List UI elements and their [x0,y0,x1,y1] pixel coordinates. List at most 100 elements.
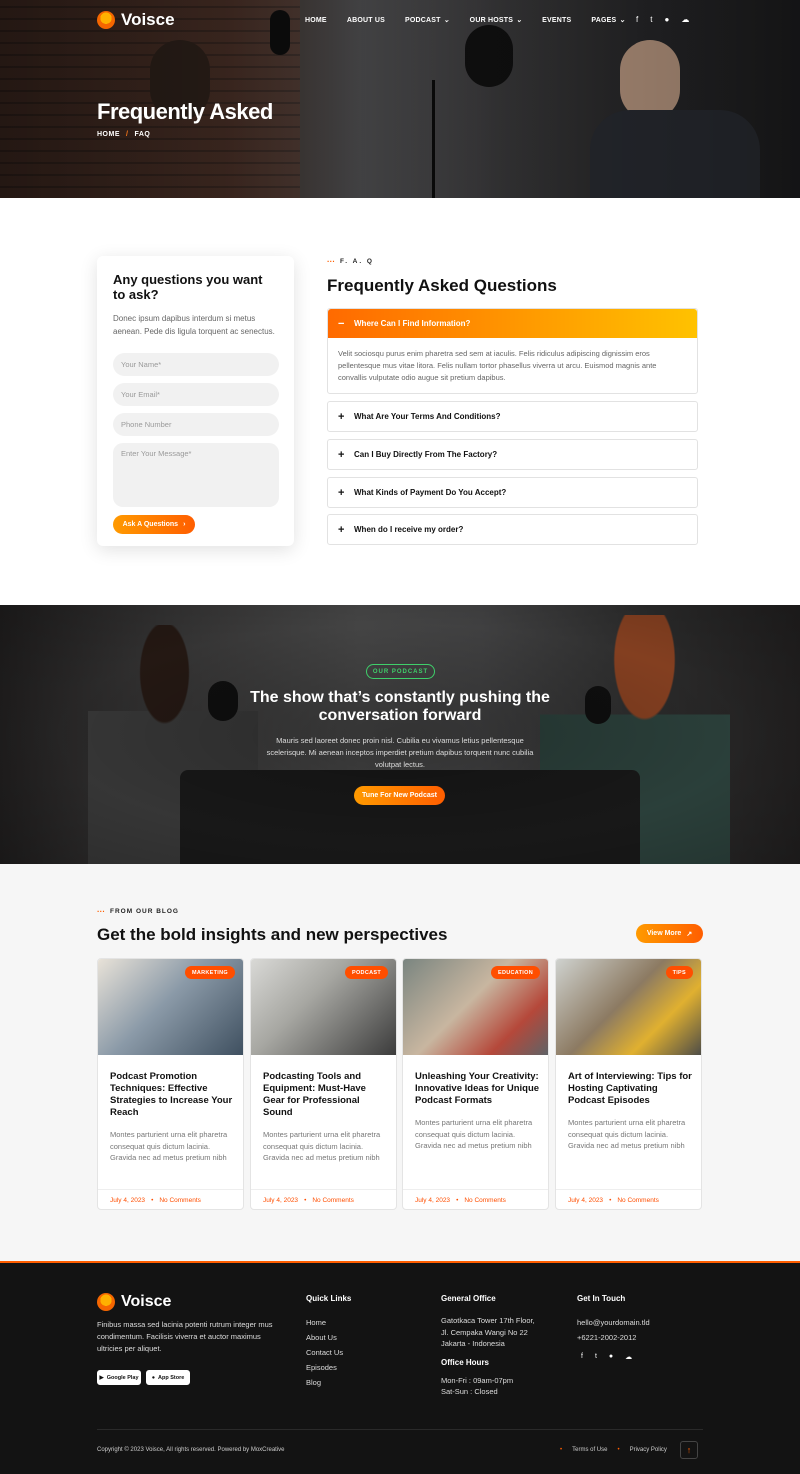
blog-post-card[interactable]: TIPS Art of Interviewing: Tips for Hosti… [555,958,702,1210]
form-description: Donec ipsum dapibus interdum si metus ae… [113,314,275,336]
post-date[interactable]: July 4, 2023 [110,1197,145,1204]
email-field[interactable]: Your Email* [113,383,279,406]
faq-question: What Kinds of Payment Do You Accept? [354,488,507,497]
faq-question-toggle[interactable]: + When do I receive my order? [328,515,697,544]
twitter-icon[interactable]: t [595,1353,597,1361]
app-store-label: App Store [158,1374,185,1381]
post-title[interactable]: Podcasting Tools and Equipment: Must-Hav… [263,1071,389,1119]
post-category-badge[interactable]: PODCAST [345,966,388,979]
phone-field[interactable]: Phone Number [113,413,279,436]
post-comments[interactable]: No Comments [617,1197,659,1204]
blog-post-card[interactable]: EDUCATION Unleashing Your Creativity: In… [402,958,549,1210]
app-store-badge[interactable]: ● App Store [146,1370,190,1385]
facebook-icon[interactable]: f [581,1353,583,1361]
arrow-up-icon: ↑ [686,1445,692,1455]
post-meta: July 4, 2023 • No Comments [556,1189,701,1209]
podcast-title: The show that’s constantly pushing the c… [250,689,550,724]
footer-link-episodes[interactable]: Episodes [306,1360,351,1375]
post-title[interactable]: Unleashing Your Creativity: Innovative I… [415,1071,541,1107]
contact-title: Get In Touch [577,1294,626,1303]
breadcrumb-separator: / [126,131,129,138]
nav-item-home[interactable]: HOME [305,16,327,24]
nav-item-podcast[interactable]: PODCAST ⌄ [405,16,450,25]
office-hours-line: Mon-Fri : 09am-07pm [441,1375,514,1385]
footer-link-about[interactable]: About Us [306,1330,351,1345]
name-field[interactable]: Your Name* [113,353,279,376]
footer-link-contact[interactable]: Contact Us [306,1345,351,1360]
page-title: Frequently Asked [97,99,273,124]
faq-question-toggle[interactable]: + What Kinds of Payment Do You Accept? [328,478,697,507]
faq-item: + When do I receive my order? [327,514,698,545]
post-title[interactable]: Podcast Promotion Techniques: Effective … [110,1071,236,1119]
breadcrumb-home[interactable]: HOME [97,131,120,138]
nav-item-events[interactable]: EVENTS [542,16,571,24]
view-more-label: View More [646,930,682,937]
office-address-line: Jakarta - Indonesia [441,1339,505,1348]
dribbble-icon[interactable]: ● [664,15,669,24]
contact-phone[interactable]: +6221-2002-2012 [577,1330,650,1345]
nav-item-pages[interactable]: PAGES ⌄ [591,16,625,25]
bullet-icon: • [617,1447,620,1453]
post-category-badge[interactable]: EDUCATION [491,966,540,979]
footer-link-home[interactable]: Home [306,1315,351,1330]
our-podcast-badge: OUR PODCAST [366,664,435,679]
faq-question: When do I receive my order? [354,525,464,534]
faq-item: − Where Can I Find Information? Velit so… [327,308,698,394]
post-comments[interactable]: No Comments [464,1197,506,1204]
nav-item-about[interactable]: ABOUT US [347,16,385,24]
office-address-line: Jl. Cempaka Wangi No 22 [441,1327,528,1337]
ask-question-label: Ask A Questions [122,521,179,528]
plus-icon: + [338,523,345,536]
footer-logo[interactable]: Voisce [97,1293,171,1311]
faq-item: + Can I Buy Directly From The Factory? [327,439,698,470]
privacy-link[interactable]: Privacy Policy [630,1447,667,1453]
footer-about: Finibus massa sed lacinia potenti rutrum… [97,1320,273,1353]
faq-question: Where Can I Find Information? [354,319,471,328]
office-hours-line: Sat-Sun : Closed [441,1387,498,1396]
faq-question-toggle[interactable]: + What Are Your Terms And Conditions? [328,402,697,431]
footer-divider [97,1429,703,1430]
brand-name: Voisce [121,10,175,29]
copyright: Copyright © 2023 Voisce, All rights rese… [97,1447,285,1453]
bullet-icon: • [560,1447,563,1453]
quick-links-title: Quick Links [306,1294,352,1303]
post-meta: July 4, 2023 • No Comments [98,1189,243,1209]
post-comments[interactable]: No Comments [159,1197,201,1204]
back-to-top-button[interactable]: ↑ [680,1441,698,1459]
soundcloud-icon[interactable]: ☁ [681,15,689,24]
twitter-icon[interactable]: t [650,15,652,24]
soundcloud-icon[interactable]: ☁ [625,1353,632,1361]
office-title: General Office [441,1294,496,1303]
post-date[interactable]: July 4, 2023 [263,1197,298,1204]
blog-post-card[interactable]: MARKETING Podcast Promotion Techniques: … [97,958,244,1210]
breadcrumb: HOME / FAQ [97,131,150,138]
faq-question-toggle[interactable]: + Can I Buy Directly From The Factory? [328,440,697,469]
facebook-icon[interactable]: f [636,15,638,24]
footer-social-links: f t ● ☁ [581,1353,632,1361]
faq-answer: Velit sociosqu purus enim pharetra sed s… [338,349,657,382]
post-title[interactable]: Art of Interviewing: Tips for Hosting Ca… [568,1071,694,1107]
post-date[interactable]: July 4, 2023 [415,1197,450,1204]
blog-post-card[interactable]: PODCAST Podcasting Tools and Equipment: … [250,958,397,1210]
footer-link-blog[interactable]: Blog [306,1375,351,1390]
dribbble-icon[interactable]: ● [609,1353,613,1361]
headphones-logo-icon [97,1293,115,1311]
headphones-logo-icon [97,11,115,29]
faq-item: + What Are Your Terms And Conditions? [327,401,698,432]
contact-email[interactable]: hello@yourdomain.tld [577,1315,650,1330]
google-play-badge[interactable]: ▶ Google Play [97,1370,141,1385]
nav-item-our-hosts[interactable]: OUR HOSTS ⌄ [470,16,523,25]
post-comments[interactable]: No Comments [312,1197,354,1204]
view-more-button[interactable]: View More ↗ [636,924,703,943]
faq-question-toggle[interactable]: − Where Can I Find Information? [328,309,697,338]
site-logo[interactable]: Voisce [97,10,175,30]
terms-link[interactable]: Terms of Use [572,1447,607,1453]
post-meta: July 4, 2023 • No Comments [403,1189,548,1209]
post-date[interactable]: July 4, 2023 [568,1197,603,1204]
meta-separator: • [151,1197,154,1204]
ask-question-button[interactable]: Ask A Questions › [113,515,195,534]
post-category-badge[interactable]: MARKETING [184,966,235,979]
post-category-badge[interactable]: TIPS [665,966,693,979]
tune-in-button[interactable]: Tune For New Podcast [354,786,445,805]
message-field[interactable]: Enter Your Message* [113,443,279,507]
